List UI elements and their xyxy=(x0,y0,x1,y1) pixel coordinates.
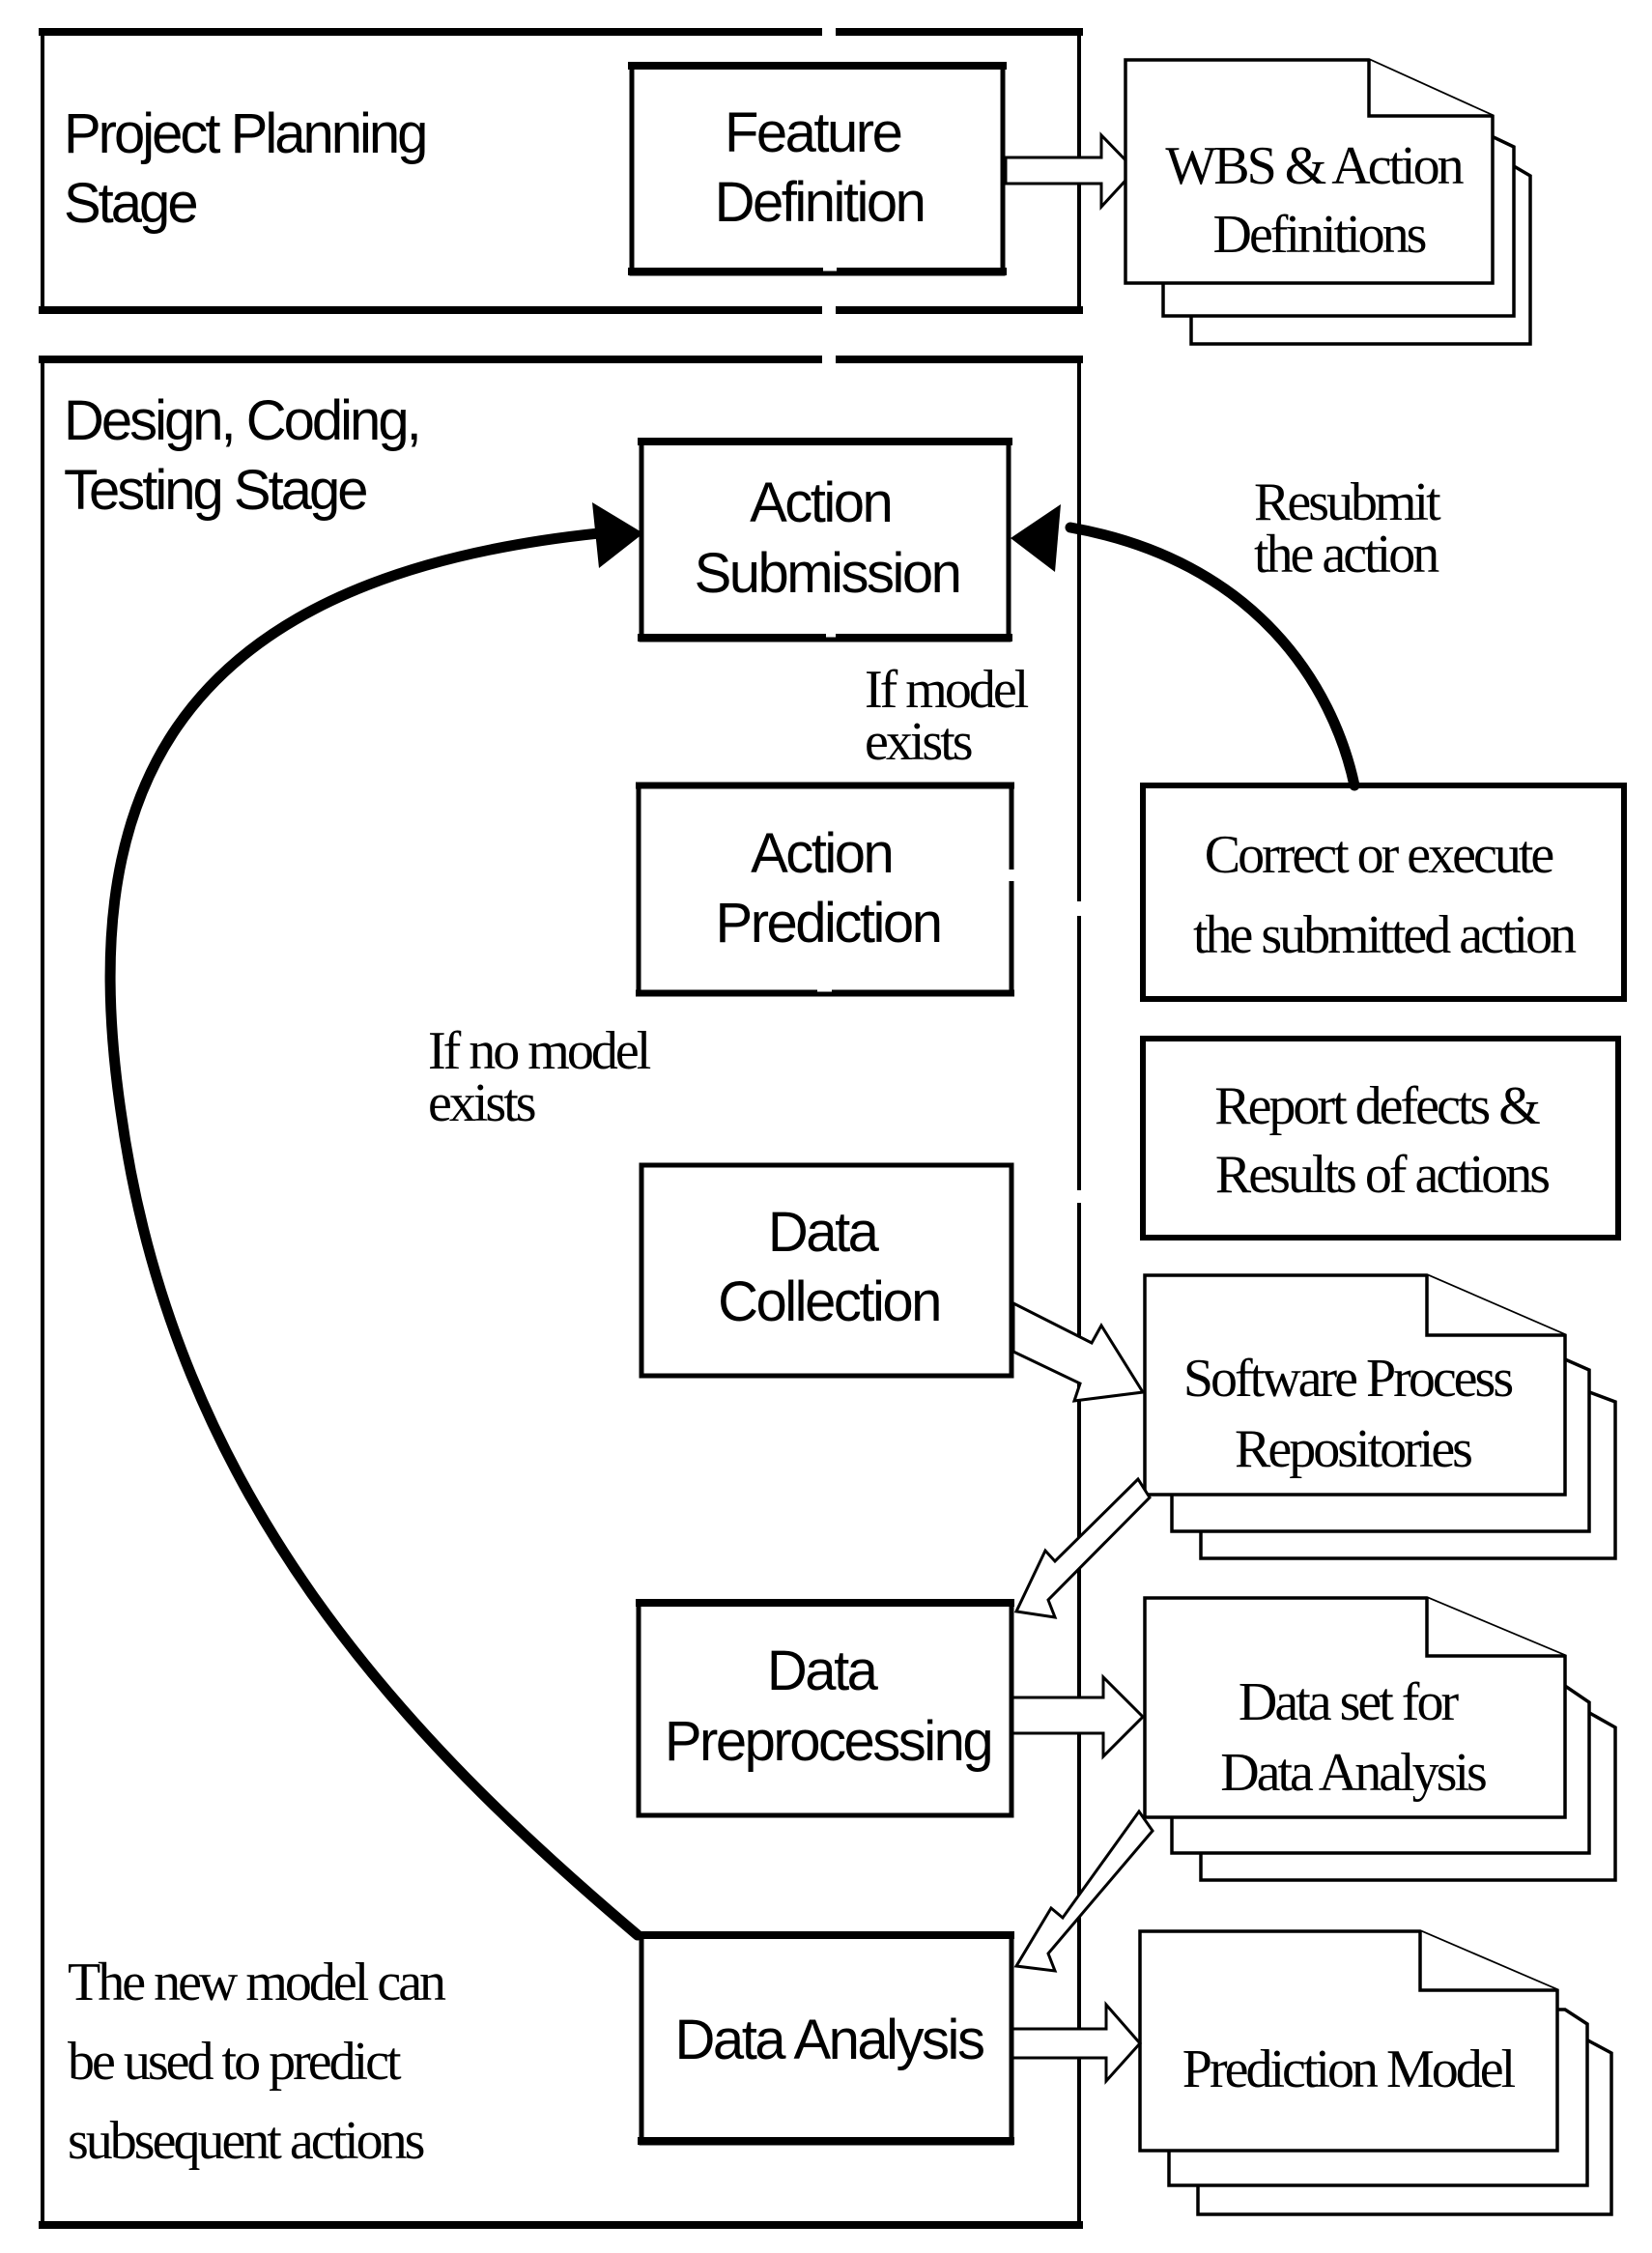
data-collection-box[interactable]: Data Collection xyxy=(639,1162,1014,1379)
arrow-analysis-to-prediction-model xyxy=(1011,2001,1143,2085)
data-preprocessing-box[interactable]: Data Preprocessing xyxy=(636,1599,1014,1818)
data-analysis-label: Data Analysis xyxy=(675,2009,983,2071)
action-submission-box[interactable]: Action Submission xyxy=(638,438,1012,642)
data-analysis-box[interactable]: Data Analysis xyxy=(638,1931,1014,2146)
if-no-model-label: If no model exists xyxy=(428,1021,659,1133)
prediction-model-document-stack[interactable]: Prediction Model xyxy=(1138,1929,1613,2216)
dev-stage-label: Design, Coding, Testing Stage xyxy=(64,389,432,522)
arrow-repositories-to-preprocessing xyxy=(1013,1476,1152,1619)
wbs-document-stack[interactable]: WBS & Action Definitions xyxy=(1124,58,1532,346)
report-defects-box[interactable]: Report defects & Results of actions xyxy=(1140,1036,1621,1241)
repositories-document-stack[interactable]: Software Process Repositories xyxy=(1143,1273,1617,1560)
prediction-model-document-label: Prediction Model xyxy=(1182,2039,1516,2099)
document-fold-corner xyxy=(1418,1931,1557,1992)
action-prediction-box[interactable]: Action Prediction xyxy=(636,782,1015,997)
process-flow-diagram: Project Planning Stage Feature Definitio… xyxy=(39,28,1627,2229)
resubmit-arrowhead-icon xyxy=(1011,504,1061,572)
arrow-dataset-to-analysis xyxy=(1013,1809,1154,1973)
feedback-loop-curve-arrow xyxy=(104,528,643,1941)
resubmit-label: Resubmit the action xyxy=(1254,472,1449,585)
if-model-exists-label: If model exists xyxy=(865,660,1037,772)
correct-execute-box[interactable]: Correct or execute the submitted action xyxy=(1140,783,1627,1002)
dataset-document-stack[interactable]: Data set for Data Analysis xyxy=(1143,1596,1617,1882)
arrow-feature-to-wbs xyxy=(1004,131,1138,211)
planning-stage-label: Project Planning Stage xyxy=(64,102,439,235)
feature-definition-box[interactable]: Feature Definition xyxy=(628,62,1007,276)
feedback-loop-arrowhead-icon xyxy=(592,502,643,568)
new-model-note: The new model can be used to predict sub… xyxy=(68,1953,454,2171)
